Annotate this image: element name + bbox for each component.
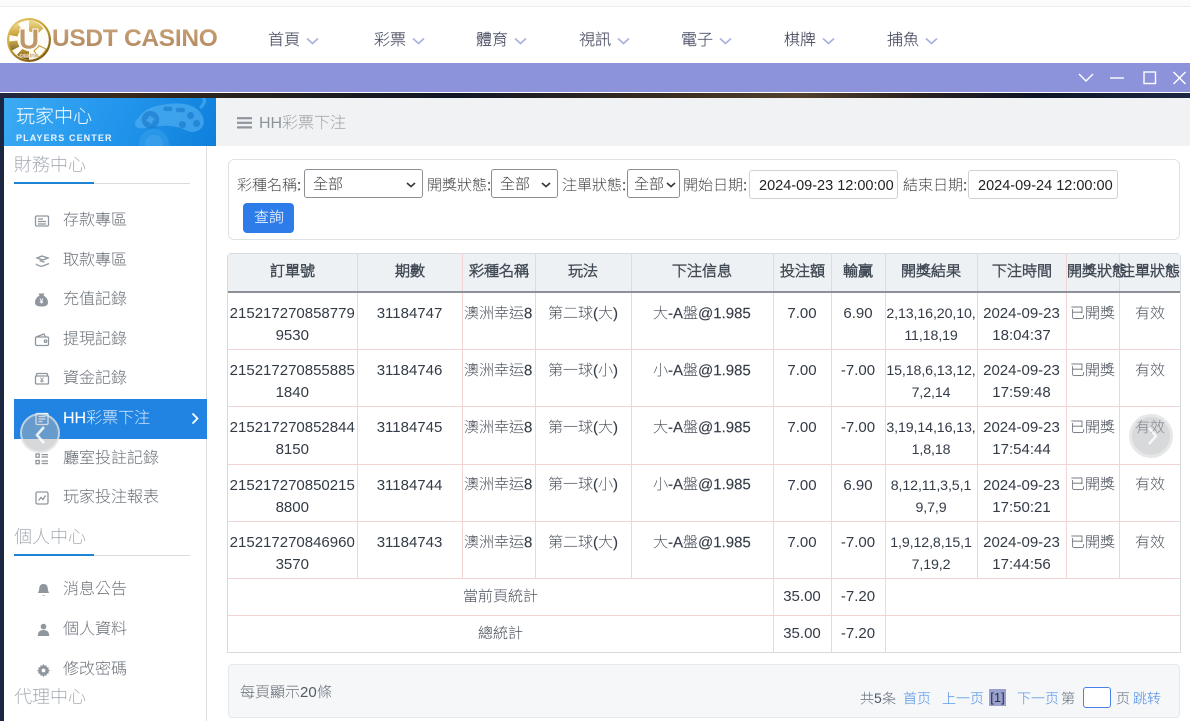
svg-text:¥: ¥: [40, 378, 44, 385]
svg-text:¥: ¥: [40, 299, 44, 306]
svg-text:U: U: [19, 24, 39, 55]
svg-text:casino: casino: [19, 54, 38, 60]
